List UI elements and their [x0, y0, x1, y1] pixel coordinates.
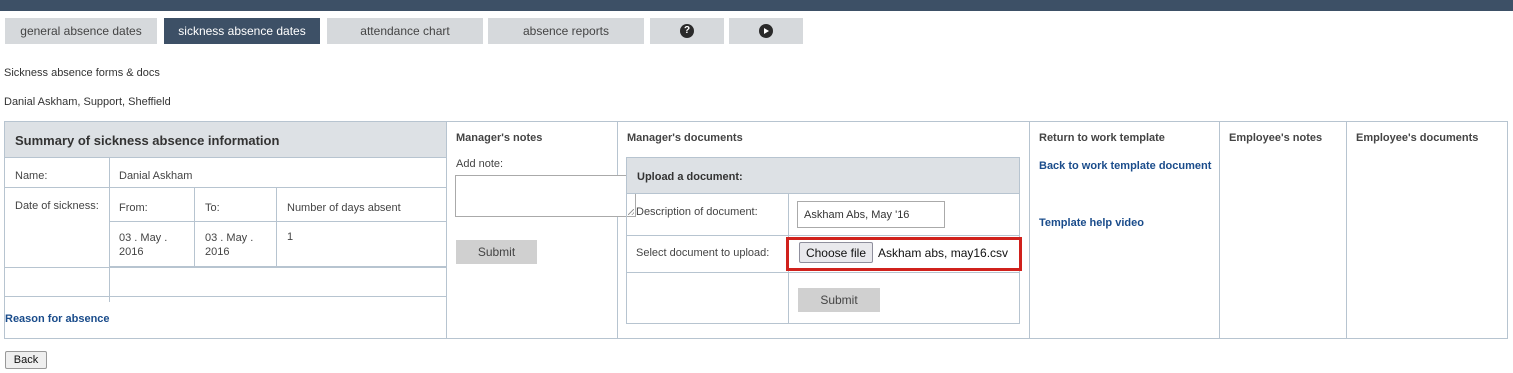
top-bar — [0, 0, 1513, 11]
description-input[interactable]: Askham Abs, May '16 — [797, 201, 945, 228]
document-submit-button[interactable]: Submit — [798, 288, 880, 312]
managers-documents-column: Manager's documents Upload a document: D… — [618, 122, 1030, 338]
name-label: Name: — [15, 170, 48, 182]
employee-documents-heading: Employee's documents — [1356, 132, 1479, 144]
employee-notes-column: Employee's notes — [1220, 122, 1347, 338]
summary-column: Summary of sickness absence information … — [5, 122, 447, 338]
from-date-value: 03 . May . 2016 — [119, 232, 168, 258]
notes-submit-button[interactable]: Submit — [456, 240, 537, 264]
employee-notes-heading: Employee's notes — [1229, 132, 1323, 144]
select-document-label: Select document to upload: — [636, 247, 770, 259]
tab-general-absence-dates[interactable]: general absence dates — [5, 18, 157, 44]
add-note-label: Add note: — [456, 158, 504, 170]
description-label: Description of document: — [636, 206, 758, 218]
days-absent-value: 1 — [287, 231, 294, 243]
managers-notes-column: Manager's notes Add note: Submit — [447, 122, 636, 338]
managers-documents-heading: Manager's documents — [627, 132, 743, 144]
to-label: To: — [205, 202, 220, 214]
return-to-work-heading: Return to work template — [1039, 132, 1165, 144]
tab-absence-reports[interactable]: absence reports — [488, 18, 644, 44]
upload-heading: Upload a document: — [627, 158, 1019, 194]
back-button[interactable]: Back — [5, 351, 47, 369]
work-template-document-link[interactable]: Back to work template document — [1039, 160, 1211, 172]
template-help-video-link[interactable]: Template help video — [1039, 217, 1144, 229]
return-to-work-column: Return to work template Back to work tem… — [1030, 122, 1220, 338]
sickness-dates-table: From: To: Number of days absent 03 . May… — [109, 187, 446, 267]
employee-documents-column: Employee's documents — [1347, 122, 1507, 338]
summary-heading: Summary of sickness absence information — [5, 122, 446, 158]
tab-video[interactable] — [729, 18, 803, 44]
date-of-sickness-label: Date of sickness: — [15, 200, 99, 212]
days-absent-label: Number of days absent — [287, 202, 401, 214]
tab-sickness-absence-dates[interactable]: sickness absence dates — [164, 18, 320, 44]
add-note-textarea[interactable] — [455, 175, 636, 217]
tab-help[interactable]: ? — [650, 18, 724, 44]
to-date-value: 03 . May . 2016 — [205, 232, 254, 258]
play-icon — [759, 24, 773, 38]
employee-info: Danial Askham, Support, Sheffield — [4, 96, 171, 108]
tab-attendance-chart[interactable]: attendance chart — [327, 18, 483, 44]
from-label: From: — [119, 202, 148, 214]
help-icon: ? — [680, 24, 694, 38]
name-value: Danial Askham — [119, 170, 193, 182]
managers-notes-heading: Manager's notes — [456, 132, 543, 144]
reason-for-absence-link[interactable]: Reason for absence — [5, 313, 110, 325]
absence-table: Summary of sickness absence information … — [4, 121, 1508, 339]
file-select-highlight — [786, 237, 1022, 271]
page-subtitle: Sickness absence forms & docs — [4, 67, 160, 79]
